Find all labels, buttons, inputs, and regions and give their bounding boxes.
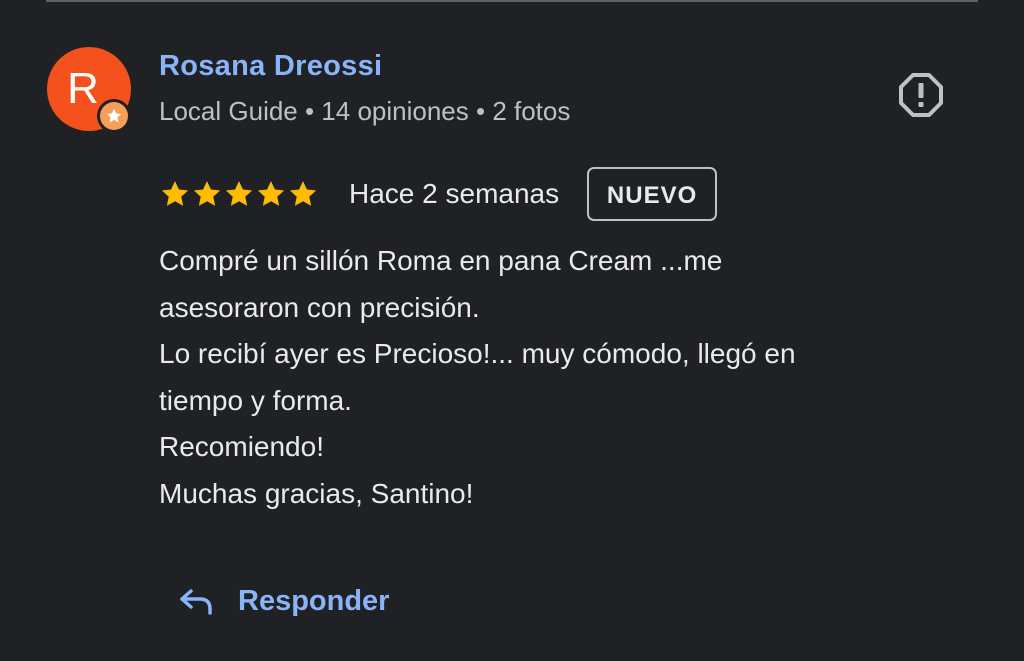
rating-row: Hace 2 semanas NUEVO xyxy=(159,165,718,223)
top-divider xyxy=(46,0,978,2)
avatar-initial: R xyxy=(67,64,99,113)
reply-arrow-icon xyxy=(180,589,212,615)
star-badge-icon xyxy=(106,108,122,123)
new-badge: NUEVO xyxy=(587,167,718,221)
review-text-line: Muchas gracias, Santino! xyxy=(159,477,474,509)
star-icon xyxy=(193,181,221,206)
star-icon xyxy=(225,181,253,206)
star-rating xyxy=(159,178,327,210)
star-icon xyxy=(161,181,189,206)
report-review-button[interactable] xyxy=(898,72,944,118)
reply-button[interactable]: Responder xyxy=(178,578,389,624)
reviewer-meta: Local Guide • 14 opiniones • 2 fotos xyxy=(159,96,571,126)
review-text-line: Recomiendo! xyxy=(159,431,324,463)
review-text-line: asesoraron con precisión. xyxy=(159,291,480,323)
review-text-line: Compré un sillón Roma en pana Cream ...m… xyxy=(159,245,723,276)
report-icon xyxy=(899,73,943,117)
star-icon xyxy=(257,181,285,206)
review-text: Compré un sillón Roma en pana Cream ...m… xyxy=(159,238,939,518)
review-text-line: tiempo y forma. xyxy=(159,384,352,416)
star-icon xyxy=(289,181,317,206)
review-text-line: Lo recibí ayer es Precioso!... muy cómod… xyxy=(159,338,796,370)
reviewer-name[interactable]: Rosana Dreossi xyxy=(159,50,382,83)
review-date: Hace 2 semanas xyxy=(349,178,560,209)
local-guide-badge xyxy=(97,99,131,133)
reply-label: Responder xyxy=(238,584,390,617)
